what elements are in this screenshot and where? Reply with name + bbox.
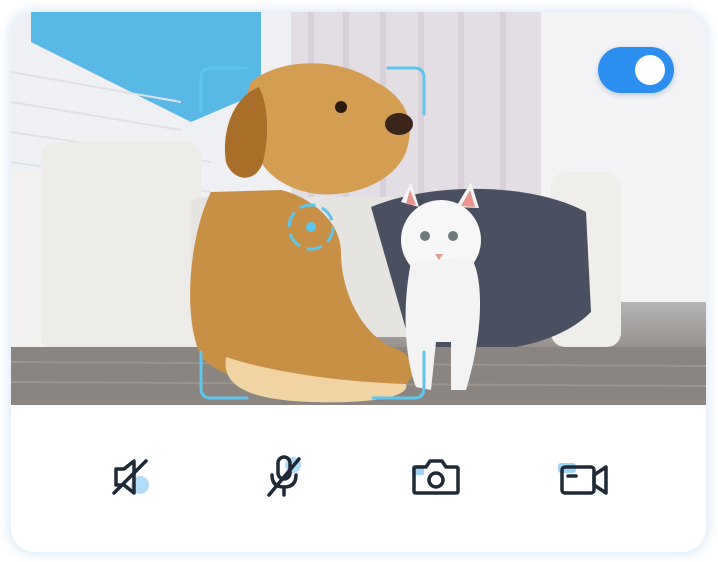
video-camera-icon bbox=[558, 463, 608, 495]
tracking-toggle[interactable] bbox=[598, 47, 674, 93]
record-video-button[interactable] bbox=[556, 447, 616, 507]
microphone-muted-icon bbox=[267, 455, 301, 497]
snapshot-button[interactable] bbox=[406, 447, 466, 507]
toggle-knob bbox=[635, 55, 665, 85]
control-bar bbox=[11, 405, 706, 552]
camera-card bbox=[11, 12, 706, 552]
speaker-muted-icon bbox=[112, 459, 149, 495]
live-camera-feed[interactable] bbox=[11, 12, 706, 405]
mute-microphone-button[interactable] bbox=[255, 447, 315, 507]
camera-icon bbox=[412, 459, 460, 495]
mute-speaker-button[interactable] bbox=[102, 447, 162, 507]
